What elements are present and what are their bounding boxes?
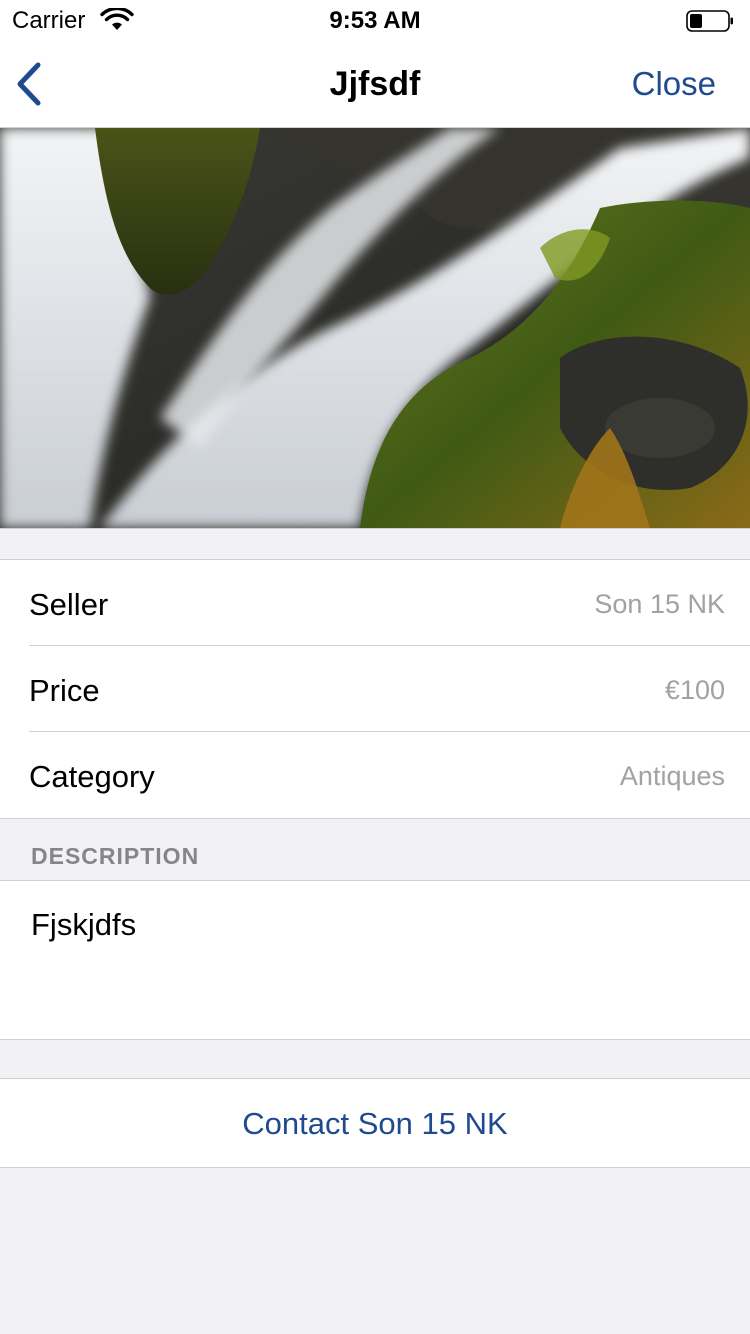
detail-value: Son 15 NK bbox=[594, 589, 725, 619]
item-photo bbox=[0, 128, 750, 528]
waterfall-image bbox=[0, 128, 750, 528]
detail-row-price: Price €100 bbox=[0, 646, 750, 732]
battery-icon bbox=[686, 10, 733, 32]
detail-label: Seller bbox=[29, 587, 109, 622]
description-section: Fjskjdfs bbox=[0, 880, 750, 1040]
detail-row-seller: Seller Son 15 NK bbox=[0, 560, 750, 646]
contact-label: Contact Son 15 NK bbox=[242, 1106, 508, 1141]
chevron-left-icon bbox=[17, 62, 41, 106]
status-bar: Carrier 9:53 AM bbox=[0, 0, 750, 40]
contact-seller-button[interactable]: Contact Son 15 NK bbox=[0, 1078, 750, 1168]
detail-value: Antiques bbox=[619, 761, 725, 791]
detail-value: €100 bbox=[664, 675, 725, 705]
description-header: DESCRIPTION bbox=[31, 843, 200, 869]
description-text: Fjskjdfs bbox=[31, 907, 137, 942]
status-time: 9:53 AM bbox=[329, 7, 421, 34]
back-button[interactable] bbox=[14, 60, 50, 108]
close-button[interactable]: Close bbox=[632, 65, 716, 103]
detail-label: Category bbox=[29, 759, 155, 794]
detail-row-category: Category Antiques bbox=[0, 732, 750, 818]
nav-bar: Jjfsdf Close bbox=[0, 40, 750, 128]
details-list: Seller Son 15 NK Price €100 Category Ant… bbox=[0, 559, 750, 819]
divider bbox=[0, 528, 750, 529]
detail-label: Price bbox=[29, 673, 100, 708]
